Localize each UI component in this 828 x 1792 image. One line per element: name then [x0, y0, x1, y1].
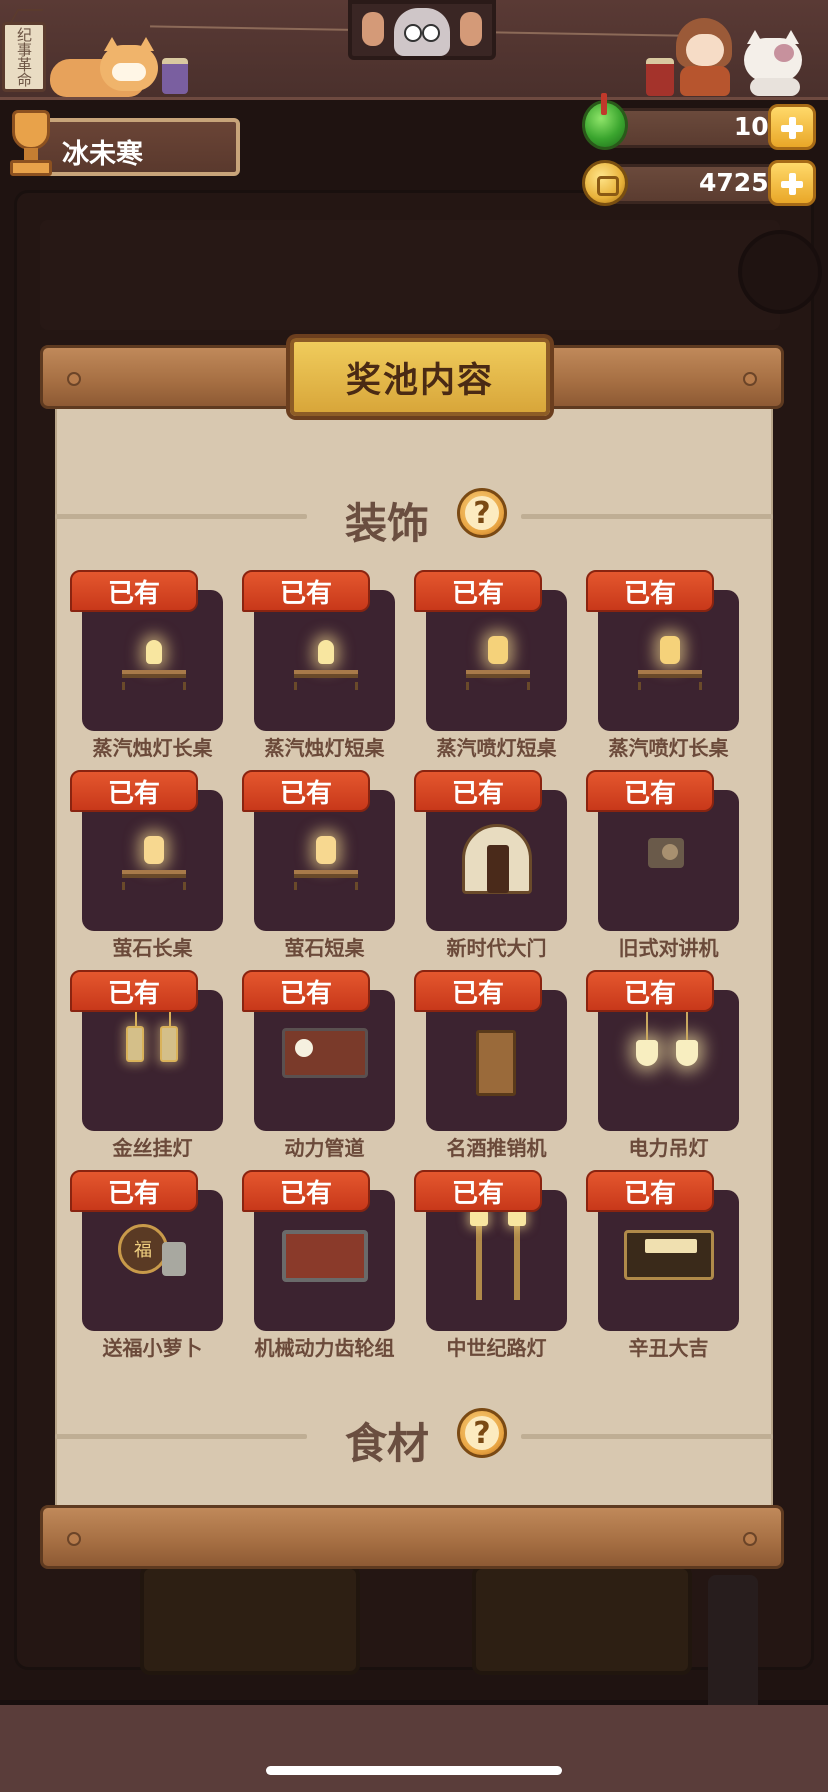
- section-header-decor: 装饰 ?: [55, 486, 773, 548]
- owned-badge: 已有: [586, 570, 714, 612]
- item-name: 机械动力齿轮组: [254, 1336, 395, 1360]
- prize-item[interactable]: 已有萤石短桌: [242, 768, 402, 968]
- prize-item[interactable]: 已有名酒推销机: [414, 968, 574, 1168]
- owned-badge-label: 已有: [279, 578, 332, 609]
- red-jar-decoration: [646, 58, 674, 96]
- prize-item[interactable]: 已有蒸汽烛灯短桌: [242, 568, 402, 768]
- top-banner: 纪事 革命: [0, 0, 828, 100]
- prize-item[interactable]: 已有萤石长桌: [70, 768, 230, 968]
- owned-badge-label: 已有: [279, 1178, 332, 1209]
- prize-item[interactable]: 已有机械动力齿轮组: [242, 1168, 402, 1368]
- section-label-ingredients: 食材: [345, 1419, 430, 1468]
- coin-counter: 47255: [582, 160, 816, 208]
- prize-item[interactable]: 福已有 送福小萝卜: [70, 1168, 230, 1368]
- owned-badge: 已有: [586, 770, 714, 812]
- ingredients-help-icon[interactable]: ?: [457, 1408, 507, 1458]
- white-cat-mascot: [744, 30, 806, 96]
- owned-badge-label: 已有: [451, 978, 504, 1009]
- player-name-box[interactable]: 冰未寒: [30, 118, 240, 176]
- prize-item[interactable]: 已有蒸汽喷灯长桌: [586, 568, 746, 768]
- owned-badge: 已有: [70, 770, 198, 812]
- owned-badge: 已有: [414, 970, 542, 1012]
- owned-badge: 已有: [70, 570, 198, 612]
- item-name: 辛丑大吉: [628, 1336, 709, 1360]
- item-name: 蒸汽烛灯短桌: [264, 736, 385, 760]
- owned-badge: 已有: [586, 1170, 714, 1212]
- owned-badge-label: 已有: [107, 978, 160, 1009]
- decor-help-icon[interactable]: ?: [457, 488, 507, 538]
- bottom-bar: [0, 1705, 828, 1792]
- owned-badge: 已有: [70, 970, 198, 1012]
- owned-badge-label: 已有: [623, 1178, 676, 1209]
- owned-badge-label: 已有: [107, 1178, 160, 1209]
- prize-item[interactable]: 已有中世纪路灯: [414, 1168, 574, 1368]
- item-name: 蒸汽烛灯长桌: [92, 736, 213, 760]
- owned-badge-label: 已有: [623, 778, 676, 809]
- item-name: 名酒推销机: [446, 1136, 547, 1160]
- help-glyph: ?: [473, 495, 491, 531]
- help-glyph: ?: [473, 1415, 491, 1451]
- owned-badge-label: 已有: [623, 978, 676, 1009]
- section-header-ingredients: 食材 ?: [55, 1406, 773, 1468]
- item-name: 旧式对讲机: [618, 936, 719, 960]
- prize-item[interactable]: 已有电力吊灯: [586, 968, 746, 1168]
- prize-item[interactable]: 已有辛丑大吉: [586, 1168, 746, 1368]
- plaque-text: 纪事: [15, 27, 33, 57]
- owned-badge-label: 已有: [451, 1178, 504, 1209]
- home-indicator[interactable]: [266, 1766, 562, 1775]
- modal-bottom-plank: [40, 1505, 784, 1569]
- owned-badge-label: 已有: [623, 578, 676, 609]
- owned-badge: 已有: [242, 770, 370, 812]
- item-name: 蒸汽喷灯短桌: [436, 736, 557, 760]
- green-gem-icon: [582, 93, 628, 150]
- owned-badge: 已有: [242, 1170, 370, 1212]
- gold-coin-icon: [582, 160, 628, 206]
- owned-badge: 已有: [414, 770, 542, 812]
- gem-counter: 103: [582, 93, 816, 152]
- owned-badge-label: 已有: [451, 578, 504, 609]
- prize-item[interactable]: 已有旧式对讲机: [586, 768, 746, 968]
- item-name: 动力管道: [284, 1136, 365, 1160]
- player-name: 冰未寒: [62, 139, 143, 170]
- calendar-plaque[interactable]: 纪事 革命: [2, 22, 46, 92]
- section-label-decor: 装饰: [345, 499, 430, 548]
- prize-item[interactable]: 已有动力管道: [242, 968, 402, 1168]
- owned-badge: 已有: [242, 570, 370, 612]
- owned-badge: 已有: [586, 970, 714, 1012]
- owned-badge-label: 已有: [451, 778, 504, 809]
- trophy-icon[interactable]: [4, 110, 56, 180]
- item-name: 金丝挂灯: [112, 1136, 193, 1160]
- plaque-text-2: 革命: [15, 57, 33, 87]
- modal-title: 奖池内容: [345, 360, 494, 401]
- girl-character: [672, 18, 738, 96]
- item-name: 电力吊灯: [628, 1136, 709, 1160]
- modal-title-badge: 奖池内容: [290, 338, 550, 416]
- owned-badge-label: 已有: [107, 778, 160, 809]
- owned-badge-label: 已有: [279, 978, 332, 1009]
- owned-badge: 已有: [242, 970, 370, 1012]
- center-portrait-frame: [348, 0, 496, 60]
- item-name: 送福小萝卜: [102, 1336, 203, 1360]
- purple-jar-decoration: [162, 58, 188, 94]
- orange-cat-mascot: [50, 37, 160, 97]
- owned-badge-label: 已有: [279, 778, 332, 809]
- add-coins-button[interactable]: [768, 160, 816, 206]
- prize-item[interactable]: 已有新时代大门: [414, 768, 574, 968]
- prize-item[interactable]: 已有蒸汽喷灯短桌: [414, 568, 574, 768]
- item-name: 蒸汽喷灯长桌: [608, 736, 729, 760]
- prize-item[interactable]: 已有金丝挂灯: [70, 968, 230, 1168]
- owned-badge: 已有: [414, 570, 542, 612]
- item-name: 萤石长桌: [112, 936, 193, 960]
- item-name: 新时代大门: [446, 936, 547, 960]
- owned-badge: 已有: [70, 1170, 198, 1212]
- prize-item[interactable]: 已有蒸汽烛灯长桌: [70, 568, 230, 768]
- owned-badge-label: 已有: [107, 578, 160, 609]
- glasses-cat-portrait: [394, 8, 450, 56]
- add-gems-button[interactable]: [768, 104, 816, 150]
- owned-badge: 已有: [414, 1170, 542, 1212]
- item-name: 萤石短桌: [284, 936, 365, 960]
- item-name: 中世纪路灯: [446, 1336, 547, 1360]
